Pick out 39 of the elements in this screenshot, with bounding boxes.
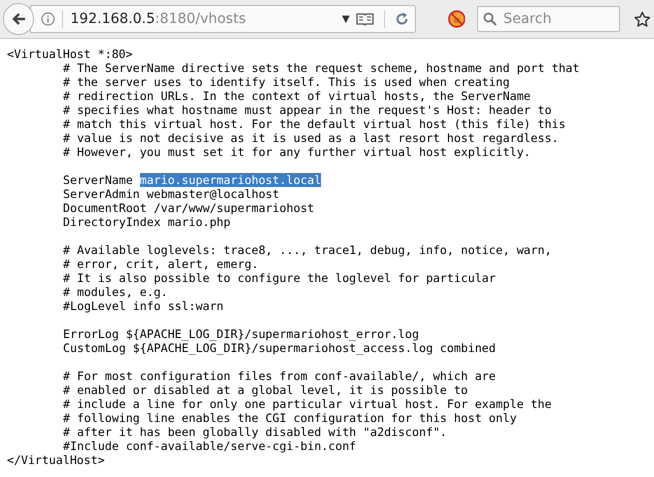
code-line: CustomLog ${APACHE_LOG_DIR}/supermariohost_access.log combined [63,341,496,355]
back-button[interactable] [3,3,34,35]
star-icon[interactable] [634,10,651,28]
reload-icon[interactable] [394,12,409,26]
back-arrow-icon [10,11,27,27]
code-line: # Available loglevels: trace8, ..., trace1, debug, info, notice, warn, [63,243,552,257]
code-line: # the server uses to identify itself. This is used when creating [63,75,510,89]
code-line: # enabled or disabled at a global level, it is possible to [63,383,468,397]
reader-view-icon[interactable] [356,12,374,26]
code-line: #LogLevel info ssl:warn [63,299,224,313]
code-line: # The ServerName directive sets the request scheme, hostname and port that [63,61,580,75]
url-text: 192.168.0.5:8180/vhosts [70,10,246,28]
code-line: </VirtualHost> [7,453,105,467]
code-line: # However, you must set it for any further virtual host explicitly. [63,145,531,159]
dropdown-arrow[interactable]: ▼ [342,12,350,26]
code-line: # match this virtual host. For the default virtual host (this file) this [63,117,566,131]
selected-text: mario.supermariohost.local [140,173,322,187]
code-line: # modules, e.g. [63,285,168,299]
search-icon [483,12,498,26]
code-line: DirectoryIndex mario.php [63,215,231,229]
code-line: # value is not decisive as it is used as a last resort host regardless. [63,131,559,145]
code-line: ServerAdmin webmaster@localhost [63,187,280,201]
code-line: <VirtualHost *:80> [7,47,133,61]
code-line: # following line enables the CGI configuration for this host only [63,411,517,425]
code-line: # after it has been globally disabled with "a2disconf". [63,425,447,439]
blocked-addon-icon[interactable] [448,10,466,28]
code-line: # redirection URLs. In the context of virtual hosts, the ServerName [63,89,531,103]
info-icon [41,12,56,26]
url-field[interactable]: 192.168.0.5:8180/vhosts ▼ [30,5,416,33]
code-line: # It is also possible to configure the loglevel for particular [63,271,496,285]
code-line: ServerName [63,173,134,187]
code-line: ErrorLog ${APACHE_LOG_DIR}/supermariohost_error.log [63,327,419,341]
code-line: #Include conf-available/serve-cgi-bin.conf [63,439,356,453]
code-line: # specifies what hostname must appear in the request's Host: header to [63,103,552,117]
code-line: # For most configuration files from conf-available/, which are [63,369,496,383]
code-line: # include a line for only one particular virtual host. For example the [63,397,552,411]
search-field[interactable]: Search [477,6,620,32]
code-line: DocumentRoot /var/www/supermariohost [63,201,314,215]
code-line: # error, crit, alert, emerg. [63,257,258,271]
